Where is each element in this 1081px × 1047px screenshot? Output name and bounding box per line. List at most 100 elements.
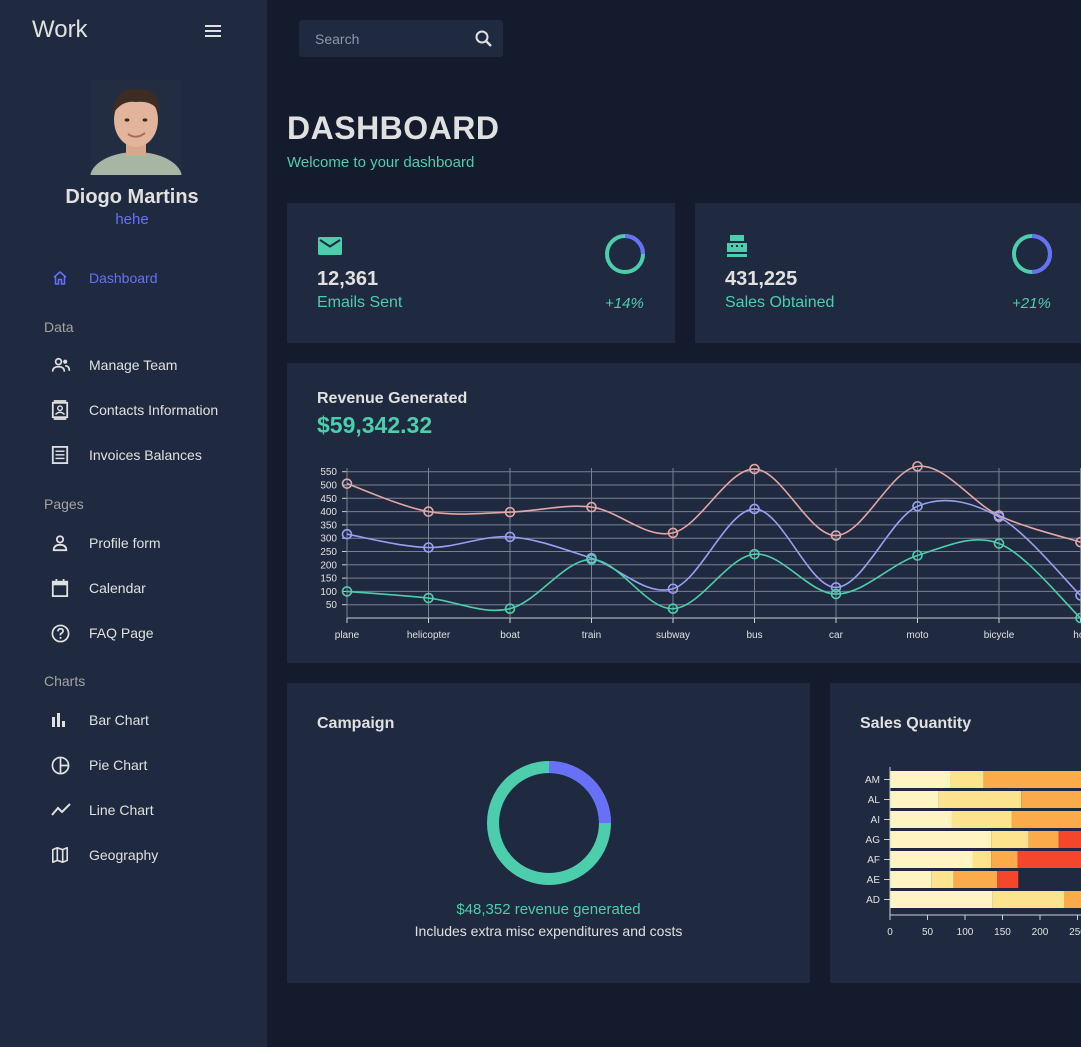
y-tick-label: 200 <box>320 560 337 571</box>
sidebar-item-dashboard[interactable]: Dashboard <box>44 261 254 295</box>
bar-segment <box>1017 851 1081 868</box>
x-tick-label: 150 <box>994 927 1011 938</box>
bar-category-label: AD <box>866 895 880 906</box>
y-tick-label: 300 <box>320 534 337 545</box>
campaign-note: Includes extra misc expenditures and cos… <box>414 923 683 939</box>
sidebar: Work Diogo Martins hehe Dashboard Data M… <box>0 0 267 1047</box>
line-chart-icon <box>44 799 78 821</box>
search-icon <box>475 30 492 47</box>
x-tick-label: bicycle <box>984 630 1015 641</box>
people-icon <box>44 354 78 376</box>
bar-segment <box>997 871 1019 888</box>
bar-chart-icon <box>44 709 78 731</box>
x-tick-label: 100 <box>957 927 974 938</box>
receipt-icon <box>44 444 78 466</box>
y-tick-label: 100 <box>320 587 337 598</box>
y-tick-label: 150 <box>320 574 337 585</box>
contacts-icon <box>44 399 78 421</box>
bar-segment <box>992 891 1064 908</box>
sidebar-item-manage-team[interactable]: Manage Team <box>44 348 254 382</box>
person-icon <box>44 532 78 554</box>
bar-category-label: AI <box>871 815 880 826</box>
bar-category-label: AF <box>867 855 880 866</box>
bar-segment <box>950 771 984 788</box>
bar-segment <box>890 771 950 788</box>
sidebar-item-label: Pie Chart <box>89 757 148 773</box>
x-tick-label: moto <box>906 630 929 641</box>
sidebar-item-geography[interactable]: Geography <box>44 838 254 872</box>
y-tick-label: 250 <box>320 547 337 558</box>
x-tick-label: hor <box>1073 630 1081 641</box>
search-input[interactable] <box>315 20 465 57</box>
stat-change: +21% <box>1012 295 1051 312</box>
revenue-line-chart: 50 100 150 200 250 300 350 400 450 500 550 plane hel… <box>320 461 1081 641</box>
sidebar-item-pie-chart[interactable]: Pie Chart <box>44 748 254 782</box>
revenue-card: Revenue Generated $59,342.32 50 100 150 200… <box>287 363 1081 663</box>
stat-card-emails: 12,361 Emails Sent +14% <box>287 203 675 343</box>
point-of-sale-icon <box>727 235 747 257</box>
x-tick-label: 50 <box>922 927 934 938</box>
bar-category-label: AM <box>865 775 880 786</box>
stat-label: Emails Sent <box>317 294 403 311</box>
sales-bar-chart: AM AL AI AG AF AE AD 0 50 100 150 200 250 <box>865 767 1081 938</box>
y-tick-label: 450 <box>320 494 337 505</box>
sidebar-item-label: Calendar <box>89 580 146 596</box>
email-icon <box>318 237 342 255</box>
sidebar-item-profile-form[interactable]: Profile form <box>44 526 254 560</box>
x-tick-label: bus <box>746 630 762 641</box>
stat-card-sales: 431,225 Sales Obtained +21% <box>695 203 1081 343</box>
page-title: DASHBOARD <box>287 110 500 146</box>
bar-segment <box>1011 811 1081 828</box>
sidebar-item-label: FAQ Page <box>89 625 154 641</box>
bar-segment <box>890 891 993 908</box>
sidebar-item-label: Contacts Information <box>89 402 219 418</box>
bar-category-label: AE <box>867 875 881 886</box>
bar-segment <box>890 851 973 868</box>
sidebar-item-label: Manage Team <box>89 357 178 373</box>
bar-segment <box>890 831 992 848</box>
bar-category-label: AG <box>866 835 881 846</box>
brand-title: Work <box>32 16 88 43</box>
x-tick-label: 250 <box>1069 927 1081 938</box>
hamburger-menu-icon <box>205 25 221 37</box>
sidebar-item-contacts[interactable]: Contacts Information <box>44 393 254 427</box>
bar-segment <box>938 791 1022 808</box>
search-button[interactable] <box>473 28 495 50</box>
sidebar-item-bar-chart[interactable]: Bar Chart <box>44 703 254 737</box>
x-tick-label: plane <box>335 630 360 641</box>
campaign-title: Campaign <box>317 715 395 732</box>
bar-segment <box>972 851 992 868</box>
bar-segment <box>1021 791 1081 808</box>
menu-toggle-button[interactable] <box>200 18 226 44</box>
x-tick-label: 200 <box>1032 927 1049 938</box>
bar-segment <box>1064 891 1081 908</box>
section-title-charts: Charts <box>44 673 86 689</box>
bar-segment <box>991 831 1029 848</box>
x-tick-label: subway <box>656 630 690 641</box>
x-tick-label: helicopter <box>407 630 451 641</box>
avatar <box>90 80 182 175</box>
stat-label: Sales Obtained <box>725 294 835 311</box>
x-tick-label: boat <box>500 630 520 641</box>
progress-ring <box>605 234 645 274</box>
user-name: Diogo Martins <box>65 186 199 208</box>
help-icon <box>44 622 78 644</box>
bar-segment <box>931 871 954 888</box>
sidebar-item-label: Invoices Balances <box>89 447 202 463</box>
y-tick-label: 50 <box>326 600 338 611</box>
y-tick-label: 550 <box>320 467 337 478</box>
sidebar-item-label: Dashboard <box>89 270 158 286</box>
sidebar-item-invoices[interactable]: Invoices Balances <box>44 438 254 472</box>
sidebar-item-calendar[interactable]: Calendar <box>44 571 254 605</box>
sidebar-item-label: Profile form <box>89 535 161 551</box>
y-tick-label: 500 <box>320 481 337 492</box>
sidebar-item-faq[interactable]: FAQ Page <box>44 616 254 650</box>
bar-segment <box>890 871 932 888</box>
sidebar-item-label: Bar Chart <box>89 712 149 728</box>
bar-segment <box>890 791 939 808</box>
home-icon <box>44 267 78 289</box>
user-role: hehe <box>115 211 149 228</box>
bar-segment <box>991 851 1018 868</box>
map-icon <box>44 844 78 866</box>
sidebar-item-line-chart[interactable]: Line Chart <box>44 793 254 827</box>
